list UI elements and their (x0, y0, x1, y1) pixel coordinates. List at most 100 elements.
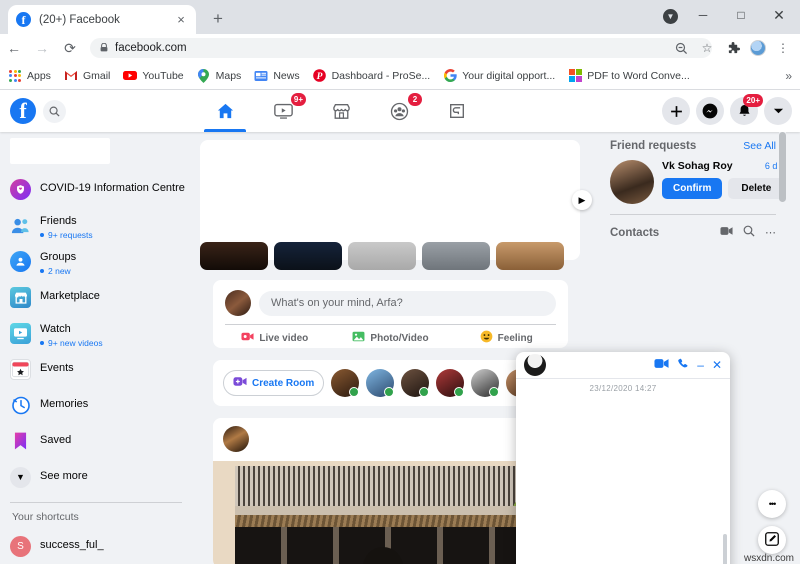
events-icon (10, 358, 31, 380)
shortcuts-header: Your shortcuts (12, 511, 79, 523)
story-thumb[interactable] (274, 242, 342, 270)
room-avatar[interactable] (471, 369, 500, 397)
avatar[interactable] (524, 354, 546, 376)
feeling-button[interactable]: Feeling (448, 330, 564, 346)
reload-icon[interactable]: ⟳ (56, 34, 84, 62)
room-avatar[interactable] (436, 369, 465, 397)
bookmark-apps[interactable]: Apps (8, 69, 51, 83)
bookmark-dashboard[interactable]: P Dashboard - ProSe... (313, 69, 430, 83)
stories-carousel[interactable] (200, 140, 580, 270)
bookmark-news[interactable]: News (254, 69, 300, 83)
room-avatar[interactable] (366, 369, 395, 397)
minimize-icon[interactable]: – (697, 358, 704, 372)
story-thumb[interactable] (200, 242, 268, 270)
avatar[interactable] (223, 426, 249, 452)
messenger-button[interactable] (696, 97, 724, 125)
account-menu-button[interactable] (764, 97, 792, 125)
live-video-button[interactable]: Live video (217, 330, 333, 346)
post-image[interactable] (213, 461, 568, 564)
back-icon[interactable]: ← (0, 34, 28, 62)
new-tab-button[interactable]: + (213, 10, 223, 27)
sidebar-item-covid[interactable]: COVID-19 Information Centre (10, 172, 186, 206)
friend-request-name[interactable]: Vk Sohag Roy (662, 160, 733, 172)
new-message-float-button[interactable] (758, 526, 786, 554)
tab-marketplace[interactable] (312, 90, 370, 132)
address-bar[interactable]: facebook.com (90, 38, 712, 58)
sidebar-item-groups[interactable]: Groups 2 new (10, 244, 186, 278)
confirm-button[interactable]: Confirm (662, 178, 723, 199)
scrollbar-thumb[interactable] (779, 132, 786, 202)
sidebar-item-friends[interactable]: Friends 9+ requests (10, 208, 186, 242)
groups-badge: 2 (408, 93, 422, 106)
avatar[interactable] (610, 160, 654, 204)
close-icon[interactable]: ✕ (712, 358, 722, 372)
extensions-puzzle-icon[interactable] (723, 38, 743, 58)
sidebar-item-marketplace[interactable]: Marketplace (10, 280, 186, 314)
minimize-window-button[interactable]: ─ (684, 0, 722, 30)
chevron-down-icon[interactable]: ▼ (663, 9, 678, 24)
sidebar-item-saved[interactable]: Saved (10, 424, 186, 458)
close-window-button[interactable]: ✕ (760, 0, 798, 30)
story-thumb[interactable] (348, 242, 416, 270)
video-camera-icon[interactable] (654, 358, 669, 372)
composer-input[interactable]: What's on your mind, Arfa? (259, 290, 556, 316)
photo-video-button[interactable]: Photo/Video (333, 330, 449, 346)
room-avatar[interactable] (331, 369, 360, 397)
tab-gaming[interactable] (428, 90, 486, 132)
chrome-menu-icon[interactable]: ⋮ (773, 38, 793, 58)
create-room-bar: Create Room (213, 360, 568, 406)
notifications-button[interactable]: 20+ (730, 94, 763, 125)
microsoft-icon (568, 69, 582, 83)
sidebar-see-more[interactable]: ▼ See more (10, 460, 186, 494)
left-sidebar: COVID-19 Information Centre Friends 9+ r… (0, 132, 196, 564)
delete-button[interactable]: Delete (728, 178, 785, 199)
groups-icon (10, 250, 31, 272)
room-avatar[interactable] (401, 369, 430, 397)
chat-message-area[interactable]: 23/12/2020 14:27 (516, 379, 730, 564)
chat-scrollbar-thumb[interactable] (723, 534, 727, 564)
friend-requests-header: Friend requests See All (610, 140, 776, 152)
bookmark-maps[interactable]: Maps (197, 68, 241, 83)
avatar[interactable] (225, 290, 251, 316)
bookmark-pdf-to-word[interactable]: PDF to Word Conve... (568, 69, 690, 83)
friend-requests-title: Friend requests (610, 140, 697, 152)
story-thumb[interactable] (422, 242, 490, 270)
search-icon[interactable] (743, 225, 755, 240)
facebook-logo-icon[interactable]: f (10, 98, 36, 124)
bookmark-gmail[interactable]: Gmail (64, 69, 110, 83)
forward-icon[interactable]: → (28, 34, 56, 62)
bookmark-youtube[interactable]: YouTube (123, 69, 184, 83)
close-icon[interactable]: × (174, 12, 188, 27)
tab-home[interactable] (196, 90, 254, 132)
sidebar-item-sublabel: 9+ requests (40, 230, 93, 240)
create-button[interactable] (662, 97, 690, 125)
search-icon[interactable] (43, 100, 66, 123)
watermark: wsxdn.com (743, 553, 794, 564)
story-thumb[interactable] (496, 242, 564, 270)
friend-request-buttons: Confirm Delete (662, 178, 785, 199)
bookmarks-overflow-icon[interactable]: » (785, 69, 792, 83)
sidebar-item-events[interactable]: Events (10, 352, 186, 386)
zoom-out-icon[interactable] (671, 38, 691, 58)
bookmark-star-icon[interactable]: ☆ (697, 38, 717, 58)
bookmark-digital-opportunity[interactable]: Your digital opport... (443, 69, 555, 83)
more-options-float-button[interactable]: ••• (758, 490, 786, 518)
more-horizontal-icon[interactable]: ⋯ (765, 226, 776, 239)
see-all-link[interactable]: See All (743, 140, 776, 152)
browser-tab[interactable]: f (20+) Facebook × (8, 5, 196, 34)
screenshot-root: f (20+) Facebook × + ▼ ─ □ ✕ ← → ⟳ faceb… (0, 0, 800, 564)
shortcut-label: success_ful_ (40, 539, 104, 552)
video-room-icon[interactable] (720, 226, 733, 239)
stories-next-icon[interactable]: ▶ (572, 190, 592, 210)
sidebar-item-memories[interactable]: Memories (10, 388, 186, 422)
tab-watch[interactable]: 9+ (254, 90, 312, 132)
sidebar-item-label: Friends (40, 214, 77, 227)
create-room-button[interactable]: Create Room (223, 370, 325, 396)
phone-icon[interactable] (677, 358, 689, 373)
sidebar-shortcut-success-ful[interactable]: S success_ful_ (10, 529, 186, 563)
maximize-window-button[interactable]: □ (722, 0, 760, 30)
tab-groups[interactable]: 2 (370, 90, 428, 132)
sidebar-item-watch[interactable]: Watch 9+ new videos (10, 316, 186, 350)
profile-avatar[interactable] (750, 40, 766, 56)
sidebar-item-label: Marketplace (40, 290, 100, 303)
